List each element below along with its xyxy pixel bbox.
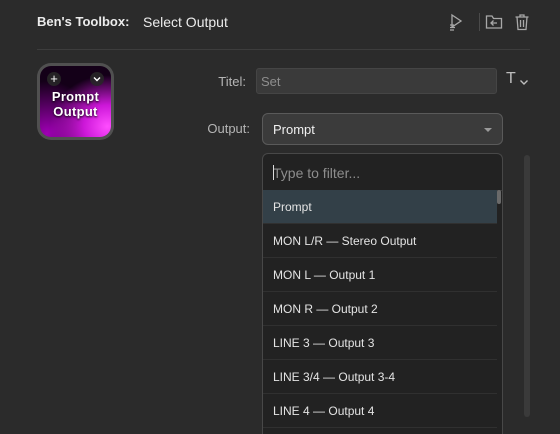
title-input[interactable]	[256, 68, 497, 94]
header-divider	[37, 49, 530, 50]
option-item[interactable]: MON L/R — Stereo Output	[263, 224, 497, 258]
panel-scrollbar[interactable]	[524, 155, 530, 417]
key-title-line-1: Prompt	[51, 89, 100, 104]
caret-down-icon	[484, 128, 492, 132]
trash-icon[interactable]	[512, 12, 532, 32]
title-format-button[interactable]: T	[503, 70, 533, 92]
key-title-line-2: Output	[53, 104, 98, 119]
header-separator	[479, 13, 480, 31]
text-cursor	[273, 165, 274, 180]
filter-row	[263, 154, 502, 191]
chevron-down-icon	[518, 75, 530, 93]
title-format-glyph: T	[506, 70, 516, 87]
output-selected-value: Prompt	[273, 122, 315, 137]
option-item[interactable]: MON R — Output 2	[263, 292, 497, 326]
add-state-icon[interactable]: +	[47, 72, 61, 86]
chevron-down-icon[interactable]	[90, 72, 104, 86]
option-item[interactable]: LINE 4 — Output 4	[263, 394, 497, 428]
output-dropdown: PromptMON L/R — Stereo OutputMON L — Out…	[262, 153, 503, 434]
title-label: Titel:	[218, 74, 246, 89]
output-label: Output:	[207, 121, 250, 136]
multi-action-icon[interactable]	[446, 12, 466, 32]
key-image: + Prompt Output	[40, 66, 111, 137]
option-item[interactable]: Prompt	[263, 190, 497, 224]
option-list: Prompt MON L/R — Stereo Output MON L — Out…	[263, 190, 497, 428]
key-preview[interactable]: + Prompt Output	[37, 63, 114, 140]
option-item[interactable]: LINE 3/4 — Output 3-4	[263, 360, 497, 394]
dropdown-scrollbar-thumb[interactable]	[497, 190, 501, 204]
option-item[interactable]: LINE 3 — Output 3	[263, 326, 497, 360]
folder-import-icon[interactable]	[484, 12, 504, 32]
action-name: Select Output	[143, 14, 228, 30]
output-select[interactable]: Prompt	[262, 113, 503, 145]
plugin-name: Ben's Toolbox:	[37, 14, 130, 29]
option-item[interactable]: MON L — Output 1	[263, 258, 497, 292]
header: Ben's Toolbox: Select Output	[0, 0, 560, 46]
filter-input[interactable]	[271, 162, 495, 184]
